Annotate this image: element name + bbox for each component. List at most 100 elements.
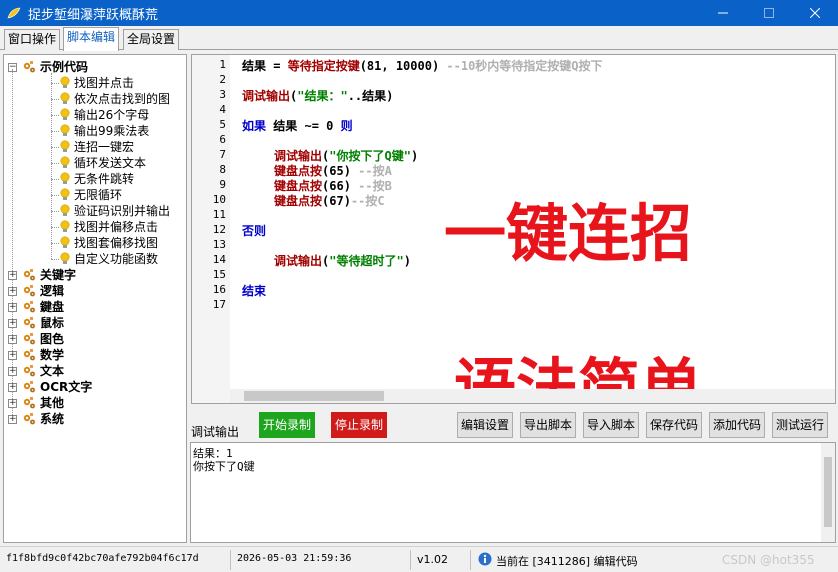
code-token: 等待指定按键 bbox=[287, 59, 360, 73]
tree-category[interactable]: + 逻辑 bbox=[4, 283, 184, 299]
code-line-3: 调试输出("结果："..结果) bbox=[242, 87, 393, 104]
lightbulb-icon bbox=[60, 236, 70, 248]
code-line-14: 调试输出("等待超时了") bbox=[274, 252, 411, 269]
tree-category[interactable]: + 数学 bbox=[4, 347, 184, 363]
code-line-12: 否则 bbox=[242, 222, 266, 239]
lightbulb-icon bbox=[60, 188, 70, 200]
gear-folder-icon bbox=[23, 301, 35, 313]
code-token: 调试输出 bbox=[274, 149, 323, 163]
tree-category-label: 系统 bbox=[40, 412, 65, 426]
start-record-button[interactable]: 开始录制 bbox=[259, 412, 315, 438]
line-number: 11 bbox=[212, 208, 226, 221]
tree-item-example[interactable]: 无限循环 bbox=[4, 187, 184, 203]
editor-horizontal-scrollbar[interactable] bbox=[230, 389, 835, 403]
expand-toggle[interactable]: + bbox=[8, 287, 17, 296]
tree-item-example[interactable]: 找图并点击 bbox=[4, 75, 184, 91]
edit-settings-button[interactable]: 编辑设置 bbox=[457, 412, 513, 438]
tree-category[interactable]: + 系统 bbox=[4, 411, 184, 427]
status-version: v1.02 bbox=[417, 553, 449, 566]
code-keyword: 则 bbox=[340, 119, 353, 133]
tree-item-label: 找图并偏移点击 bbox=[74, 220, 159, 234]
tree-item-label: 找图并点击 bbox=[74, 76, 135, 90]
code-comment: --10秒内等待指定按键Q按下 bbox=[446, 59, 603, 73]
scrollbar-thumb[interactable] bbox=[824, 457, 832, 527]
lightbulb-icon bbox=[60, 108, 70, 120]
code-editor[interactable]: 1 2 3 4 5 6 7 8 9 10 11 12 13 14 15 16 17 结果 = 等待指定按键(81… bbox=[191, 54, 836, 404]
status-divider bbox=[410, 550, 411, 570]
close-button[interactable] bbox=[792, 0, 838, 26]
maximize-button[interactable] bbox=[746, 0, 792, 26]
gear-folder-icon bbox=[23, 397, 35, 409]
expand-toggle[interactable]: + bbox=[8, 367, 17, 376]
debug-output-panel[interactable]: 结果：1 你按下了Q键 bbox=[190, 442, 836, 543]
tree-node-sample-code[interactable]: − 示例代码 bbox=[4, 59, 184, 75]
tree-category-label: 数学 bbox=[40, 348, 65, 362]
line-number-gutter: 1 2 3 4 5 6 7 8 9 10 11 12 13 14 15 16 17 bbox=[192, 55, 230, 403]
tab-window-ops[interactable]: 窗口操作 bbox=[4, 29, 61, 50]
line-number: 16 bbox=[212, 283, 226, 296]
stop-record-button[interactable]: 停止录制 bbox=[331, 412, 387, 438]
output-vertical-scrollbar[interactable] bbox=[821, 443, 835, 542]
lightbulb-icon bbox=[60, 204, 70, 216]
tree-item-example[interactable]: 循环发送文本 bbox=[4, 155, 184, 171]
status-divider bbox=[470, 550, 471, 570]
tree-category[interactable]: + 关键字 bbox=[4, 267, 184, 283]
gear-folder-icon bbox=[23, 317, 35, 329]
status-hash: f1f8bfd9c0f42bc70afe792b04f6c17d bbox=[6, 553, 199, 564]
tree-item-example[interactable]: 输出26个字母 bbox=[4, 107, 184, 123]
expand-toggle[interactable]: + bbox=[8, 319, 17, 328]
tree-item-example[interactable]: 找图并偏移点击 bbox=[4, 219, 184, 235]
code-token: (65) bbox=[322, 164, 359, 178]
expand-toggle[interactable]: + bbox=[8, 271, 17, 280]
line-number: 8 bbox=[219, 163, 226, 176]
tab-script-edit[interactable]: 脚本编辑 bbox=[63, 27, 120, 51]
tree-item-example[interactable]: 找图套偏移找图 bbox=[4, 235, 184, 251]
tab-global-settings[interactable]: 全局设置 bbox=[123, 29, 180, 50]
tree-item-example[interactable]: 自定义功能函数 bbox=[4, 251, 184, 267]
tab-strip: 窗口操作 脚本编辑 全局设置 bbox=[0, 26, 838, 51]
csdn-watermark: CSDN @hot355 bbox=[722, 553, 815, 567]
title-bar: 捉步堑细瀑萍跃概酥荒 bbox=[0, 0, 838, 26]
line-number: 3 bbox=[219, 88, 226, 101]
tree-item-label: 无限循环 bbox=[74, 188, 123, 202]
code-line-10: 键盘点按(67)--按C bbox=[274, 192, 385, 209]
tree-node-label: 示例代码 bbox=[40, 60, 89, 74]
test-run-button[interactable]: 测试运行 bbox=[772, 412, 828, 438]
tree-category[interactable]: + 图色 bbox=[4, 331, 184, 347]
tree-item-label: 连招一键宏 bbox=[74, 140, 135, 154]
minimize-button[interactable] bbox=[700, 0, 746, 26]
tree-category[interactable]: + 其他 bbox=[4, 395, 184, 411]
tree-item-example[interactable]: 验证码识别并输出 bbox=[4, 203, 184, 219]
tree-category[interactable]: + 鍵盘 bbox=[4, 299, 184, 315]
tree-item-example[interactable]: 输出99乘法表 bbox=[4, 123, 184, 139]
tree-category[interactable]: + OCR文字 bbox=[4, 379, 184, 395]
add-code-button[interactable]: 添加代码 bbox=[709, 412, 765, 438]
save-code-button[interactable]: 保存代码 bbox=[646, 412, 702, 438]
tree-item-example[interactable]: 无条件跳转 bbox=[4, 171, 184, 187]
gear-folder-icon bbox=[23, 365, 35, 377]
export-script-button[interactable]: 导出脚本 bbox=[520, 412, 576, 438]
gear-folder-icon bbox=[23, 333, 35, 345]
status-bar: f1f8bfd9c0f42bc70afe792b04f6c17d 2026-05… bbox=[0, 546, 838, 572]
expand-toggle[interactable]: + bbox=[8, 415, 17, 424]
expand-toggle[interactable]: + bbox=[8, 351, 17, 360]
line-number: 7 bbox=[219, 148, 226, 161]
code-comment: --按A bbox=[358, 164, 392, 178]
code-string: "结果：" bbox=[297, 89, 348, 103]
tree-category-label: 鼠标 bbox=[40, 316, 65, 330]
expand-toggle[interactable]: + bbox=[8, 383, 17, 392]
tree-item-example[interactable]: 连招一键宏 bbox=[4, 139, 184, 155]
import-script-button[interactable]: 导入脚本 bbox=[583, 412, 639, 438]
expand-toggle[interactable]: + bbox=[8, 399, 17, 408]
tree-item-example[interactable]: 依次点击找到的图 bbox=[4, 91, 184, 107]
tree-category[interactable]: + 鼠标 bbox=[4, 315, 184, 331]
gear-folder-icon bbox=[23, 61, 35, 73]
tree-item-label: 输出26个字母 bbox=[74, 108, 150, 122]
scrollbar-thumb[interactable] bbox=[244, 391, 384, 401]
tree-item-label: 自定义功能函数 bbox=[74, 252, 159, 266]
code-token: (81, 10000) bbox=[359, 59, 447, 73]
tree-category[interactable]: + 文本 bbox=[4, 363, 184, 379]
code-token: ) bbox=[410, 149, 419, 163]
expand-toggle[interactable]: + bbox=[8, 303, 17, 312]
expand-toggle[interactable]: + bbox=[8, 335, 17, 344]
